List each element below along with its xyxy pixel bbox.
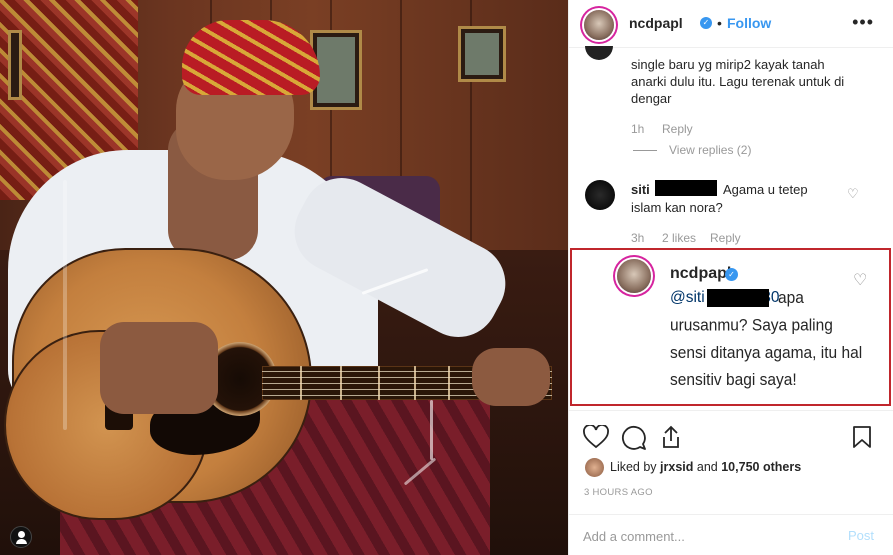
author-username[interactable]: ncdpapl bbox=[629, 15, 683, 31]
reply-button[interactable]: Reply bbox=[710, 231, 741, 245]
post-comment-button[interactable]: Post bbox=[848, 528, 874, 543]
author-avatar[interactable] bbox=[584, 10, 614, 40]
reply-author-username[interactable]: ncdpapl bbox=[670, 265, 731, 283]
reply-author-avatar[interactable] bbox=[617, 259, 651, 293]
liked-by-connector: and bbox=[696, 460, 718, 474]
verified-icon: ✓ bbox=[725, 268, 738, 281]
add-comment-bar: Post bbox=[569, 514, 893, 555]
more-icon[interactable]: ••• bbox=[852, 12, 874, 33]
light-flare bbox=[430, 400, 433, 460]
fretting-hand bbox=[472, 348, 550, 406]
comment-time[interactable]: 3h bbox=[631, 231, 644, 245]
commenter-avatar[interactable] bbox=[585, 46, 613, 60]
light-flare bbox=[63, 180, 67, 430]
reply-text: apa urusanmu? Saya paling sensi ditanya … bbox=[670, 285, 870, 394]
liked-by-prefix: Liked by bbox=[610, 460, 657, 474]
likes-count[interactable]: 10,750 others bbox=[721, 460, 801, 474]
follow-button[interactable]: Follow bbox=[727, 15, 771, 31]
comment-text-line1: Agama u tetep bbox=[723, 182, 808, 197]
wall-portrait bbox=[8, 30, 22, 100]
view-replies-button[interactable]: View replies (2) bbox=[669, 143, 751, 157]
bookmark-icon[interactable] bbox=[852, 425, 872, 449]
heart-icon[interactable] bbox=[583, 425, 609, 449]
comment-text: single baru yg mirip2 kayak tanah anarki… bbox=[631, 57, 845, 106]
comment-text-line2: islam kan nora? bbox=[631, 200, 723, 215]
user-tag-icon[interactable] bbox=[10, 526, 32, 548]
post-timestamp[interactable]: 3 HOURS AGO bbox=[584, 487, 653, 498]
share-icon[interactable] bbox=[659, 425, 683, 449]
verified-icon: ✓ bbox=[700, 17, 712, 29]
strumming-hand bbox=[100, 322, 218, 414]
replies-divider bbox=[633, 150, 657, 151]
post-header: ncdpapl ✓ • Follow ••• bbox=[569, 0, 893, 48]
comment-icon[interactable] bbox=[621, 425, 647, 451]
liked-by: Liked by jrxsid and 10,750 others bbox=[610, 460, 801, 474]
separator-dot: • bbox=[717, 15, 722, 31]
post-photo[interactable] bbox=[0, 0, 568, 555]
comment-input[interactable] bbox=[583, 527, 833, 545]
liker-avatar[interactable] bbox=[585, 458, 604, 477]
commenter-username[interactable]: siti bbox=[631, 181, 650, 198]
reply-text-body: apa urusanmu? Saya paling sensi ditanya … bbox=[670, 289, 863, 390]
liker-username[interactable]: jrxsid bbox=[660, 460, 693, 474]
comment-likes[interactable]: 2 likes bbox=[662, 231, 696, 245]
post-sidebar: ncdpapl ✓ • Follow ••• single baru yg mi… bbox=[568, 0, 893, 555]
reply-button[interactable]: Reply bbox=[662, 122, 693, 136]
like-comment-heart-icon[interactable]: ♡ bbox=[847, 186, 859, 202]
wall-portrait bbox=[458, 26, 506, 82]
commenter-avatar[interactable] bbox=[585, 180, 615, 210]
comment-time[interactable]: 1h bbox=[631, 122, 644, 136]
redaction-bar bbox=[655, 180, 717, 196]
